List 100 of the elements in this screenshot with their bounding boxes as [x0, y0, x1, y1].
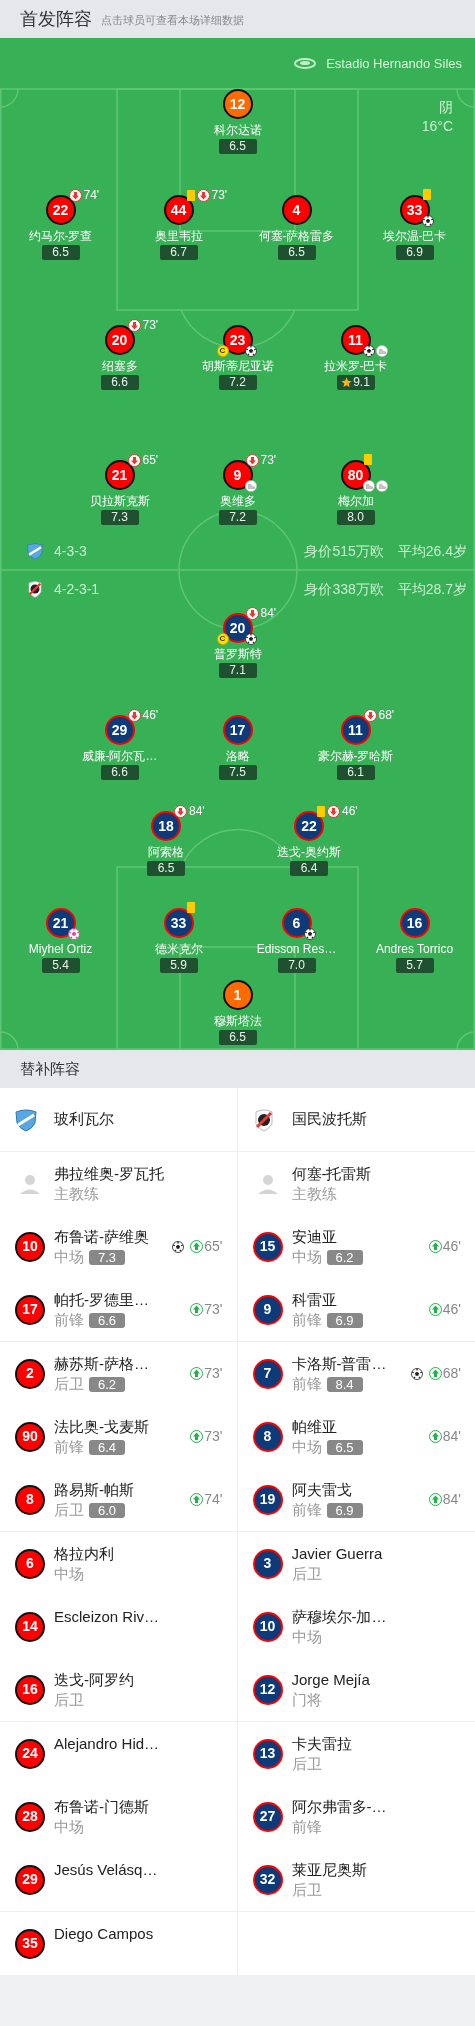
substitution-minute: 74' [83, 189, 100, 202]
player-rating: 6.5 [218, 1030, 257, 1045]
section-title: 替补阵容 [20, 1058, 80, 1079]
player-number[interactable]: 10 [252, 1611, 283, 1642]
coach-role: 主教练 [291, 1184, 338, 1204]
player-position: 前锋 [54, 1437, 84, 1457]
boot-icon [244, 480, 257, 492]
player-rating: 7.2 [218, 375, 257, 390]
boot-icon [375, 480, 388, 492]
formation: 4-3-3 [54, 541, 87, 561]
player-rating: 5.7 [395, 958, 434, 973]
player-number[interactable]: 90 [15, 1421, 45, 1452]
substitution-minute: 73' [260, 454, 277, 467]
substitution-minute: 68' [378, 709, 395, 722]
player-position: 中场 [291, 1437, 322, 1457]
player-name: 科雷亚 [291, 1290, 338, 1310]
boot-icon [375, 345, 388, 357]
player-position: 后卫 [291, 1754, 322, 1774]
substitution-in-icon [428, 1493, 442, 1506]
player-position: 后卫 [291, 1564, 322, 1584]
substitution-in-icon [428, 1240, 442, 1253]
booking-card-icon [186, 902, 195, 913]
player-rating: 6.6 [100, 765, 139, 780]
player-number[interactable]: 19 [252, 1484, 283, 1515]
player-number[interactable]: 12 [252, 1674, 283, 1705]
coach-name: 弗拉维奥-罗瓦托 [54, 1164, 164, 1184]
player-name: 帕托-罗德里… [54, 1290, 149, 1310]
player-name: Alejandro Hid… [54, 1734, 160, 1754]
substitution-minute: 46' [142, 709, 159, 722]
player-name: Jesús Velásq… [54, 1860, 158, 1880]
player-name: 拉米罗-巴卡 [323, 358, 388, 374]
player-number[interactable]: 17 [15, 1294, 45, 1325]
section-hint: 点击球员可查看本场详细数据 [101, 13, 244, 29]
player-rating: 6.5 [277, 245, 316, 260]
player-rating: 7.0 [277, 958, 316, 973]
player-number[interactable]: 10 [15, 1231, 45, 1262]
player-number[interactable]: 8 [15, 1484, 45, 1515]
club-crest-icon [26, 580, 44, 598]
team-name: 玻利瓦尔 [54, 1109, 114, 1130]
soccer-ball-icon [244, 633, 257, 645]
player-number[interactable]: 9 [252, 1294, 283, 1325]
player-name: Diego Campos [54, 1924, 154, 1944]
player-rating: 8.4 [326, 1376, 363, 1392]
player-name: 科尔达诺 [213, 122, 262, 138]
player-number[interactable]: 3 [252, 1548, 283, 1579]
substitution-minute: 46' [442, 1237, 461, 1256]
player-name: 帕维亚 [291, 1417, 338, 1437]
player-number[interactable]: 15 [252, 1231, 283, 1262]
player-number[interactable]: 29 [15, 1864, 45, 1895]
player-number[interactable]: 32 [252, 1864, 283, 1895]
player-number[interactable]: 6 [15, 1548, 45, 1579]
booking-card-icon [363, 454, 372, 465]
player-name: 德米克尔 [154, 941, 203, 957]
player-name: 梅尔加 [337, 493, 374, 509]
player-number[interactable]: 13 [252, 1738, 283, 1769]
player-name: 胡斯蒂尼亚诺 [201, 358, 274, 374]
player-rating: 6.1 [336, 765, 375, 780]
player-name: Andres Torrico [375, 941, 454, 957]
player-rating: 6.7 [159, 245, 198, 260]
player-number[interactable]: 14 [15, 1611, 45, 1642]
player-name: 路易斯-帕斯 [54, 1480, 134, 1500]
substitution-in-icon [428, 1303, 442, 1316]
player-name: 绍塞多 [101, 358, 138, 374]
player-number[interactable]: 8 [252, 1421, 283, 1452]
coach-name: 何塞-托雷斯 [291, 1164, 372, 1184]
player-name: 卡洛斯-普雷… [291, 1354, 387, 1374]
coach-role: 主教练 [54, 1184, 100, 1204]
substitution-in-icon [428, 1367, 442, 1380]
player-name: 奥维多 [219, 493, 256, 509]
player-rating: 9.1 [336, 375, 375, 390]
player-name: 赫苏斯-萨格… [54, 1354, 149, 1374]
soccer-ball-icon [244, 345, 257, 357]
substitution-minute: 73' [211, 189, 228, 202]
team-value: 身价515万欧 [304, 541, 384, 561]
player-number[interactable]: 35 [15, 1928, 45, 1959]
player-number[interactable]: 27 [252, 1801, 283, 1832]
player-number[interactable]: 24 [15, 1738, 45, 1769]
player-rating: 7.1 [218, 663, 257, 678]
player-position: 中场 [291, 1247, 322, 1267]
player-rating: 6.9 [326, 1312, 363, 1328]
player-name: 法比奥-戈麦斯 [54, 1417, 149, 1437]
player-rating: 6.9 [326, 1502, 363, 1518]
player-name: 洛略 [225, 748, 250, 764]
substitution-minute: 74' [204, 1490, 223, 1509]
player-number[interactable]: 7 [252, 1358, 283, 1389]
player-number[interactable]: 28 [15, 1801, 45, 1832]
player-rating: 7.3 [100, 510, 139, 525]
booking-card-icon [422, 189, 431, 200]
substitution-in-icon [190, 1493, 204, 1506]
team-value: 身价338万欧 [304, 579, 384, 599]
player-position: 中场 [291, 1627, 322, 1647]
player-name: Javier Guerra [291, 1544, 383, 1564]
player-name: 卡夫雷拉 [291, 1734, 352, 1754]
stadium-icon [294, 58, 317, 69]
player-number[interactable]: 2 [15, 1358, 45, 1389]
player-rating: 6.5 [326, 1439, 363, 1455]
substitution-minute: 84' [442, 1490, 461, 1509]
player-number[interactable]: 16 [15, 1674, 45, 1705]
substitution-minute: 65' [142, 454, 159, 467]
player-name: 迭戈-阿罗约 [54, 1670, 134, 1690]
